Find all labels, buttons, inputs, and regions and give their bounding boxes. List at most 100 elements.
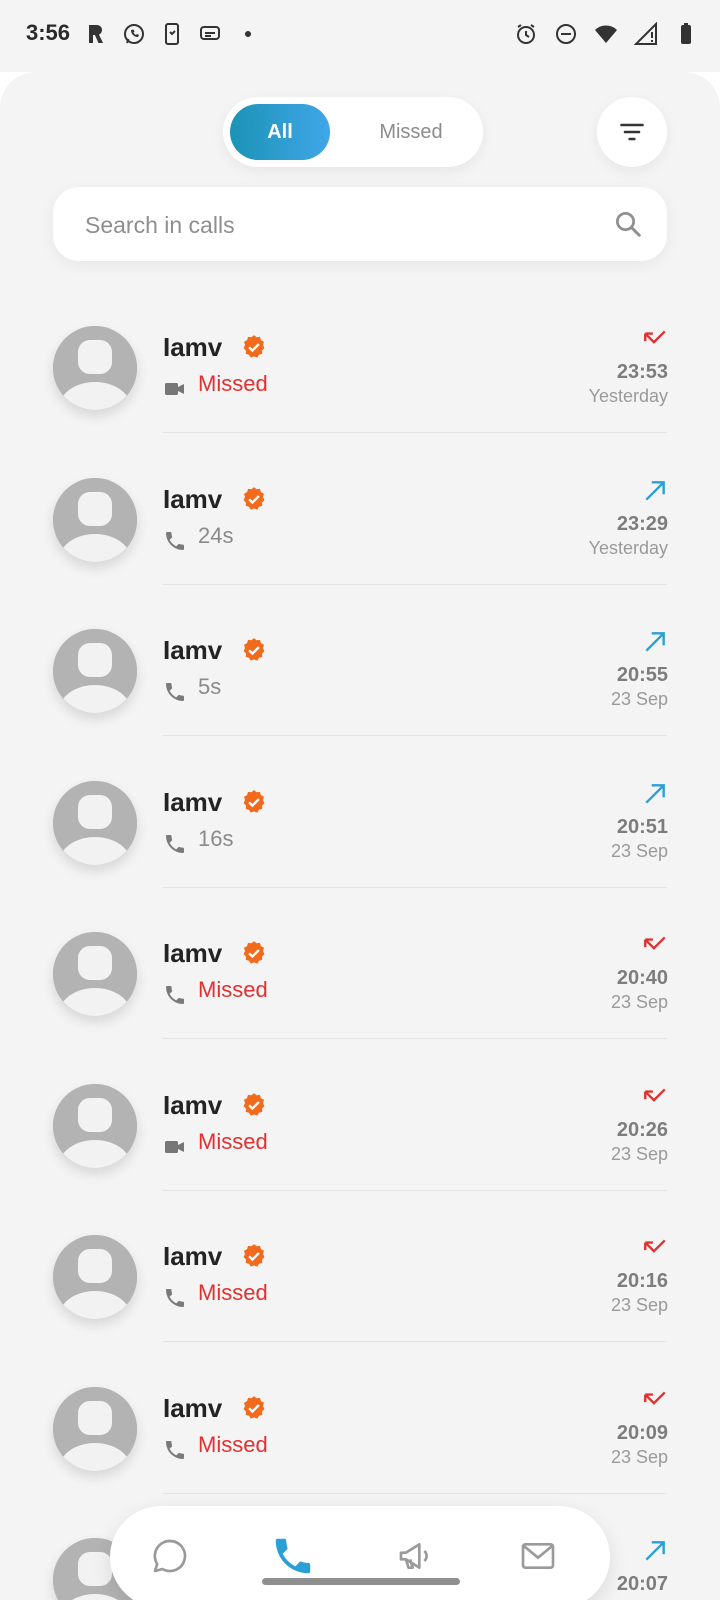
verified-badge-icon xyxy=(243,335,265,358)
call-time: 20:55 xyxy=(616,664,668,686)
nav-mail[interactable] xyxy=(510,1528,566,1584)
nav-calls[interactable] xyxy=(265,1528,321,1584)
mail-icon xyxy=(521,1543,555,1569)
call-row[interactable]: Iamv 16s 20:51 23 Sep xyxy=(0,771,720,923)
verified-badge-icon xyxy=(243,789,265,813)
phone-icon xyxy=(275,1538,311,1574)
call-status: 16s xyxy=(198,825,234,851)
system-icons xyxy=(514,22,698,46)
contact-name: Iamv xyxy=(163,1392,223,1423)
battery-icon xyxy=(681,23,691,44)
call-time: 20:40 xyxy=(616,967,668,989)
outgoing-call-arrow-icon xyxy=(645,1541,665,1561)
calls-screen: All Missed Iamv Missed 23:53 Yesterday Iamv 2… xyxy=(0,72,720,1600)
call-date: 23 Sep xyxy=(610,840,668,861)
default-avatar-icon xyxy=(53,932,137,1016)
avatar[interactable] xyxy=(53,477,137,562)
missed-call-arrow-icon xyxy=(644,936,666,950)
row-divider xyxy=(163,1189,667,1191)
contact-name: Iamv xyxy=(163,938,223,968)
call-status: Missed xyxy=(198,1431,268,1457)
call-time: 20:51 xyxy=(616,815,668,838)
avatar[interactable] xyxy=(53,932,137,1016)
do-not-disturb-icon xyxy=(556,24,576,44)
call-status: 5s xyxy=(198,674,222,699)
outgoing-call-arrow-icon xyxy=(645,480,665,501)
call-row[interactable]: Iamv Missed 20:40 23 Sep xyxy=(0,922,720,1074)
call-row[interactable]: Iamv 5s 20:55 23 Sep xyxy=(0,619,720,771)
call-row[interactable]: Iamv Missed 20:16 23 Sep xyxy=(0,1225,720,1377)
row-divider xyxy=(163,1038,667,1039)
missed-call-arrow-icon xyxy=(644,330,666,344)
home-indicator[interactable] xyxy=(262,1578,460,1585)
contact-name: Iamv xyxy=(163,1241,223,1271)
search-input[interactable] xyxy=(83,205,587,245)
voice-call-icon xyxy=(166,986,184,1004)
filter-button[interactable] xyxy=(597,97,667,167)
r-app-icon xyxy=(89,24,103,43)
call-date: 23 Sep xyxy=(610,1143,668,1164)
nav-broadcast[interactable] xyxy=(388,1528,444,1584)
call-date: 23 Sep xyxy=(610,689,668,709)
missed-call-arrow-icon xyxy=(644,1088,666,1102)
nav-chats[interactable] xyxy=(142,1528,198,1584)
voice-call-icon xyxy=(166,531,184,550)
call-date: Yesterday xyxy=(588,386,668,406)
avatar[interactable] xyxy=(53,1386,137,1471)
video-call-icon xyxy=(165,1140,184,1153)
row-divider xyxy=(163,886,667,888)
call-date: 23 Sep xyxy=(610,1295,668,1315)
call-time: 20:09 xyxy=(616,1421,668,1444)
call-filter-toggle: All Missed xyxy=(223,97,483,167)
call-time: 20:16 xyxy=(616,1270,668,1292)
avatar[interactable] xyxy=(53,1083,137,1168)
contact-name: Iamv xyxy=(163,483,223,514)
call-row[interactable]: Iamv Missed 20:26 23 Sep xyxy=(0,1074,720,1226)
voice-call-icon xyxy=(166,1289,184,1307)
voice-call-icon xyxy=(166,834,184,853)
verified-badge-icon xyxy=(243,486,265,510)
default-avatar-icon xyxy=(53,1386,137,1471)
status-time: 3:56 xyxy=(26,20,71,45)
call-date: 23 Sep xyxy=(610,1446,668,1467)
dot-icon xyxy=(245,31,251,37)
default-avatar-icon xyxy=(53,1235,137,1319)
megaphone-icon xyxy=(399,1543,428,1569)
call-time: 23:29 xyxy=(616,512,668,535)
call-status: Missed xyxy=(198,371,268,396)
search-icon[interactable] xyxy=(613,209,643,239)
voice-call-icon xyxy=(166,1440,184,1459)
filter-icon xyxy=(620,123,644,141)
row-divider xyxy=(163,1341,667,1342)
contact-name: Iamv xyxy=(163,332,223,362)
voice-call-icon xyxy=(166,683,184,701)
call-time: 20:26 xyxy=(616,1118,668,1141)
avatar[interactable] xyxy=(53,780,137,865)
default-avatar-icon xyxy=(53,326,137,410)
alarm-icon xyxy=(517,24,535,44)
contact-name: Iamv xyxy=(163,786,223,817)
missed-call-arrow-icon xyxy=(644,1239,666,1253)
call-status: Missed xyxy=(198,1280,268,1305)
call-row[interactable]: Iamv Missed 23:53 Yesterday xyxy=(0,316,720,468)
row-divider xyxy=(163,432,667,433)
bottom-navigation xyxy=(110,1506,610,1600)
phone-sync-icon xyxy=(165,23,179,45)
tab-missed[interactable]: Missed xyxy=(351,104,471,160)
signal-icon xyxy=(634,22,657,45)
whatsapp-icon xyxy=(124,24,144,44)
verified-badge-icon xyxy=(243,1395,265,1419)
chat-icon xyxy=(153,1539,187,1573)
avatar[interactable] xyxy=(53,629,137,713)
contact-name: Iamv xyxy=(163,635,223,665)
outgoing-call-arrow-icon xyxy=(645,632,665,652)
row-divider xyxy=(163,583,667,585)
verified-badge-icon xyxy=(243,638,265,661)
avatar[interactable] xyxy=(53,1235,137,1319)
call-date: 23 Sep xyxy=(610,992,668,1012)
verified-badge-icon xyxy=(243,941,265,964)
avatar[interactable] xyxy=(53,326,137,410)
call-time: 23:53 xyxy=(616,361,668,383)
call-row[interactable]: Iamv 24s 23:29 Yesterday xyxy=(0,468,720,620)
tab-all[interactable]: All xyxy=(230,104,330,160)
